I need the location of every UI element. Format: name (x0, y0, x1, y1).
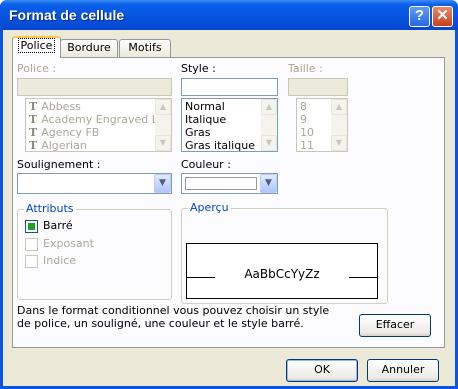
strikethrough-label[interactable]: Barré (43, 219, 73, 232)
truetype-icon: T (29, 113, 38, 126)
tab-label: Bordure (67, 41, 111, 54)
window-title: Format de cellule (9, 7, 125, 23)
cancel-button[interactable]: Annuler (367, 359, 439, 382)
list-item[interactable]: 8 (300, 100, 307, 113)
font-name: Algerian (41, 139, 87, 152)
superscript-label[interactable]: Exposant (43, 237, 94, 250)
preview-box: AaBbCcYyZz (186, 243, 378, 299)
color-select[interactable]: ▼ (181, 173, 278, 194)
list-item[interactable]: Italique (185, 113, 226, 126)
attributes-group-title: Attributs (24, 202, 76, 215)
title-bar[interactable]: Format de cellule ? ✕ (0, 0, 458, 30)
truetype-icon: T (29, 100, 38, 113)
list-item[interactable]: Gras italique (185, 139, 255, 151)
close-icon[interactable]: ✕ (432, 6, 453, 27)
style-list-scrollbar[interactable]: ▲ ▼ (261, 99, 277, 151)
scroll-down-icon[interactable]: ▼ (331, 135, 347, 151)
strikethrough-checkbox[interactable] (25, 220, 38, 233)
list-item[interactable]: T Agency FB (29, 126, 99, 139)
list-item[interactable]: T Academy Engraved LET (29, 113, 172, 126)
clear-button[interactable]: Effacer (359, 314, 431, 337)
ok-button-label: OK (314, 363, 330, 376)
list-item[interactable]: 11 (300, 139, 314, 151)
list-item[interactable]: 9 (300, 113, 307, 126)
font-name: Academy Engraved LET (41, 113, 172, 126)
list-item[interactable]: T Abbess (29, 100, 81, 113)
info-text-line-1: Dans le format conditionnel vous pouvez … (17, 304, 330, 317)
style-input[interactable] (181, 78, 278, 96)
style-list[interactable]: Normal Italique Gras Gras italique ▲ ▼ (181, 98, 278, 152)
ok-button[interactable]: OK (286, 359, 358, 382)
subscript-label[interactable]: Indice (43, 254, 76, 267)
scroll-up-icon[interactable]: ▲ (155, 99, 171, 115)
font-name: Agency FB (41, 126, 100, 139)
font-list-scrollbar[interactable]: ▲ ▼ (155, 99, 171, 151)
size-label: Taille : (288, 62, 323, 75)
list-item[interactable]: Normal (185, 100, 225, 113)
truetype-icon: T (29, 126, 38, 139)
superscript-checkbox[interactable] (25, 238, 38, 251)
tab-motifs[interactable]: Motifs (119, 39, 171, 57)
cancel-button-label: Annuler (381, 363, 425, 376)
tab-police[interactable]: Police (12, 36, 61, 58)
font-input[interactable] (17, 78, 172, 96)
font-name: Abbess (41, 100, 81, 113)
tab-panel-police: Police : T Abbess T Academy Engraved LET T… (12, 57, 445, 348)
tab-bordure[interactable]: Bordure (60, 39, 118, 57)
chevron-down-icon[interactable]: ▼ (154, 174, 171, 193)
style-label: Style : (181, 62, 216, 75)
attributes-group: Attributs Barré Exposant Indice (17, 202, 172, 300)
list-item[interactable]: Gras (185, 126, 211, 139)
size-input[interactable] (288, 78, 348, 96)
scroll-up-icon[interactable]: ▲ (261, 99, 277, 115)
list-item[interactable]: T Algerian (29, 139, 87, 152)
clear-button-label: Effacer (375, 318, 415, 331)
chevron-down-icon[interactable]: ▼ (260, 174, 277, 193)
preview-sample-text: AaBbCcYyZz (244, 267, 320, 281)
underline-label: Soulignement : (17, 158, 101, 171)
tab-label: Motifs (128, 41, 162, 54)
info-text-line-2: de police, un souligné, une couleur et l… (17, 317, 304, 330)
subscript-checkbox[interactable] (25, 255, 38, 268)
scroll-down-icon[interactable]: ▼ (261, 135, 277, 151)
list-item[interactable]: 10 (300, 126, 314, 139)
dialog-window: Format de cellule ? ✕ Bordure Motifs Pol… (0, 0, 458, 389)
preview-group-title: Aperçu (188, 201, 231, 214)
scroll-down-icon[interactable]: ▼ (155, 135, 171, 151)
size-list-scrollbar[interactable]: ▲ ▼ (331, 99, 347, 151)
size-list[interactable]: 8 9 10 11 ▲ ▼ (296, 98, 348, 152)
truetype-icon: T (29, 139, 38, 152)
font-label: Police : (17, 62, 57, 75)
help-icon[interactable]: ? (409, 6, 430, 27)
tab-label: Police (17, 38, 56, 53)
color-swatch (185, 177, 257, 190)
scroll-up-icon[interactable]: ▲ (331, 99, 347, 115)
font-list[interactable]: T Abbess T Academy Engraved LET T Agency FB… (25, 98, 172, 152)
underline-select[interactable]: ▼ (17, 173, 172, 194)
color-label: Couleur : (181, 158, 231, 171)
dialog-client-area: Bordure Motifs Police Police : T Abbess T… (3, 30, 455, 386)
